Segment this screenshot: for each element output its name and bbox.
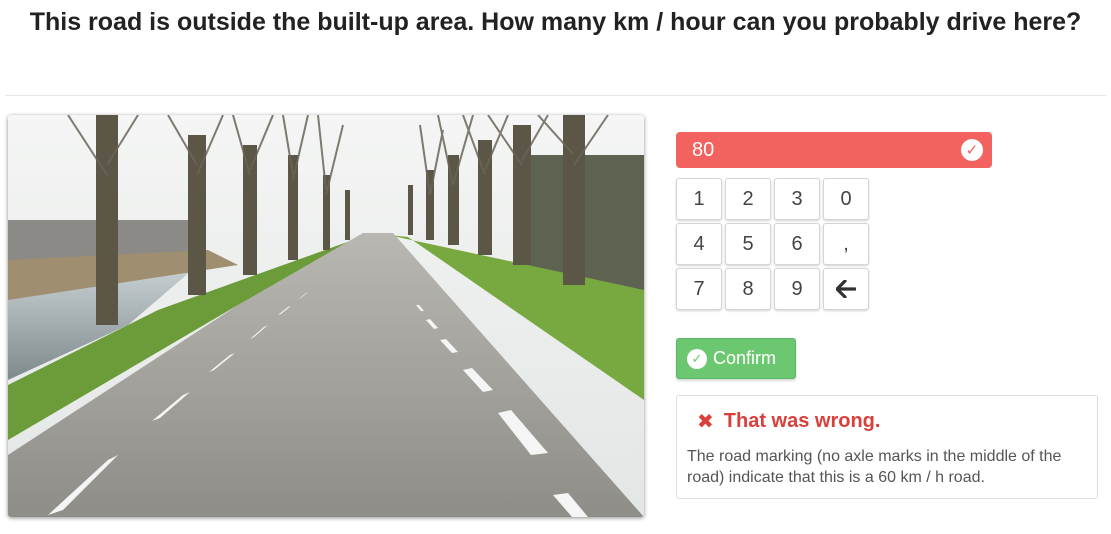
arrow-left-icon: [836, 280, 856, 298]
check-circle-icon: ✓: [687, 348, 707, 369]
answer-value: 80: [692, 138, 715, 161]
key-3[interactable]: 3: [774, 178, 820, 220]
question-title: This road is outside the built-up area. …: [29, 8, 1082, 36]
road-photo: [8, 115, 644, 517]
confirm-label: Confirm: [713, 348, 777, 368]
key-6[interactable]: 6: [774, 223, 820, 265]
key-4[interactable]: 4: [676, 223, 722, 265]
key-5[interactable]: 5: [725, 223, 771, 265]
backspace-button[interactable]: [823, 268, 869, 310]
key-8[interactable]: 8: [725, 268, 771, 310]
header-divider: [5, 95, 1106, 96]
number-keypad: 1 2 3 0 4 5 6 , 7 8 9: [676, 178, 872, 310]
confirm-button[interactable]: ✓ Confirm: [676, 338, 796, 379]
key-7[interactable]: 7: [676, 268, 722, 310]
x-icon: ✖: [697, 410, 714, 433]
key-comma[interactable]: ,: [823, 223, 869, 265]
answer-display: 80 ✓: [676, 132, 992, 168]
key-1[interactable]: 1: [676, 178, 722, 220]
key-2[interactable]: 2: [725, 178, 771, 220]
feedback-title: ✖ That was wrong.: [697, 410, 880, 433]
key-9[interactable]: 9: [774, 268, 820, 310]
key-0[interactable]: 0: [823, 178, 869, 220]
feedback-panel: ✖ That was wrong. The road marking (no a…: [676, 395, 1098, 499]
check-circle-icon: ✓: [961, 139, 983, 161]
feedback-text: The road marking (no axle marks in the m…: [687, 448, 1062, 486]
feedback-title-text: That was wrong.: [723, 410, 881, 432]
